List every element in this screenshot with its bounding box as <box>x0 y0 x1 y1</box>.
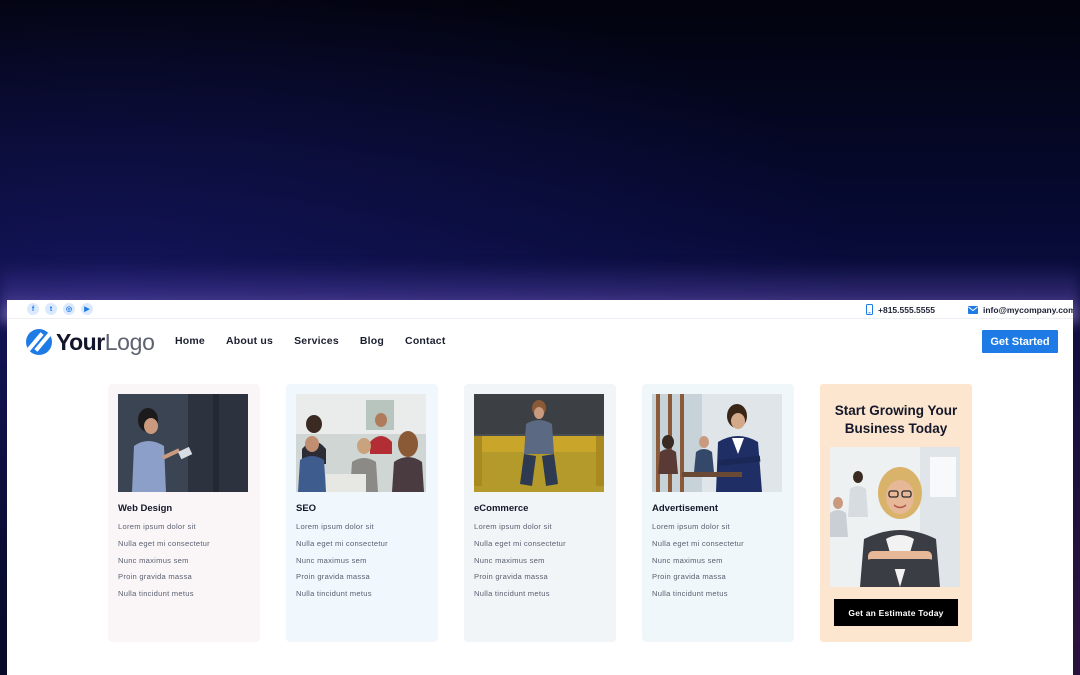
list-item: Nulla tincidunt metus <box>474 589 550 599</box>
feature-list: Lorem ipsum dolor sit Nulla eget mi cons… <box>652 522 744 606</box>
list-item: Nunc maximus sem <box>474 555 545 565</box>
list-item: Proin gravida massa <box>296 572 370 582</box>
web-design-photo <box>118 394 248 492</box>
facebook-icon[interactable]: f <box>27 303 39 315</box>
list-item: Nunc maximus sem <box>296 555 367 565</box>
get-estimate-button[interactable]: Get an Estimate Today <box>834 599 958 626</box>
card-title: Web Design <box>118 503 173 514</box>
main-nav: Home About us Services Blog Contact <box>175 335 467 347</box>
service-card-seo[interactable]: SEO Lorem ipsum dolor sit Nulla eget mi … <box>286 384 438 642</box>
service-card-advertisement[interactable]: Advertisement Lorem ipsum dolor sit Null… <box>642 384 794 642</box>
list-item: Proin gravida massa <box>118 572 192 582</box>
feature-list: Lorem ipsum dolor sit Nulla eget mi cons… <box>296 522 388 606</box>
twitter-icon[interactable]: t <box>45 303 57 315</box>
promo-photo <box>830 447 960 587</box>
list-item: Lorem ipsum dolor sit <box>118 522 196 531</box>
feature-list: Lorem ipsum dolor sit Nulla eget mi cons… <box>474 522 566 606</box>
list-item: Nulla eget mi consectetur <box>652 538 744 548</box>
card-title: SEO <box>296 503 317 514</box>
list-item: Nulla eget mi consectetur <box>118 538 210 548</box>
list-item: Nulla tincidunt metus <box>652 589 728 599</box>
service-card-ecommerce[interactable]: eCommerce Lorem ipsum dolor sit Nulla eg… <box>464 384 616 642</box>
nav-services[interactable]: Services <box>294 335 339 347</box>
email-address: info@mycompany.com <box>983 304 1073 315</box>
email-contact[interactable]: info@mycompany.com <box>968 303 1073 316</box>
instagram-icon[interactable]: ◎ <box>63 303 75 315</box>
list-item: Nunc maximus sem <box>652 555 723 565</box>
promo-card: Start Growing Your Business Today Get an… <box>820 384 972 642</box>
phone-contact[interactable]: +815.555.5555 <box>866 303 935 316</box>
get-started-button[interactable]: Get Started <box>982 330 1058 353</box>
top-bar: f t ◎ ▶ +815.555.5555 info@mycompany.com <box>7 300 1073 319</box>
ecommerce-photo <box>474 394 604 492</box>
logo-text-light: Logo <box>104 328 155 355</box>
list-item: Proin gravida massa <box>652 572 726 582</box>
service-card-web-design[interactable]: Web Design Lorem ipsum dolor sit Nulla e… <box>108 384 260 642</box>
seo-photo <box>296 394 426 492</box>
feature-list: Lorem ipsum dolor sit Nulla eget mi cons… <box>118 522 210 606</box>
card-title: eCommerce <box>474 503 529 514</box>
logo-text-bold: Your <box>56 328 105 355</box>
list-item: Lorem ipsum dolor sit <box>296 522 374 531</box>
logo-icon <box>26 329 52 355</box>
list-item: Lorem ipsum dolor sit <box>652 522 730 531</box>
card-title: Advertisement <box>652 503 718 514</box>
list-item: Proin gravida massa <box>474 572 548 582</box>
list-item: Nulla eget mi consectetur <box>296 538 388 548</box>
list-item: Nulla tincidunt metus <box>118 589 194 599</box>
list-item: Lorem ipsum dolor sit <box>474 522 552 531</box>
website-preview: f t ◎ ▶ +815.555.5555 info@mycompany.com… <box>7 300 1073 675</box>
nav-home[interactable]: Home <box>175 335 205 347</box>
phone-icon <box>866 304 873 315</box>
nav-about-us[interactable]: About us <box>226 335 273 347</box>
nav-contact[interactable]: Contact <box>405 335 445 347</box>
list-item: Nulla tincidunt metus <box>296 589 372 599</box>
nav-blog[interactable]: Blog <box>360 335 384 347</box>
mail-icon <box>968 305 978 314</box>
youtube-icon[interactable]: ▶ <box>81 303 93 315</box>
list-item: Nulla eget mi consectetur <box>474 538 566 548</box>
advertisement-photo <box>652 394 782 492</box>
phone-number: +815.555.5555 <box>878 304 935 315</box>
list-item: Nunc maximus sem <box>118 555 189 565</box>
promo-title: Start Growing Your Business Today <box>834 403 958 436</box>
site-logo[interactable]: Your Logo <box>26 328 155 356</box>
